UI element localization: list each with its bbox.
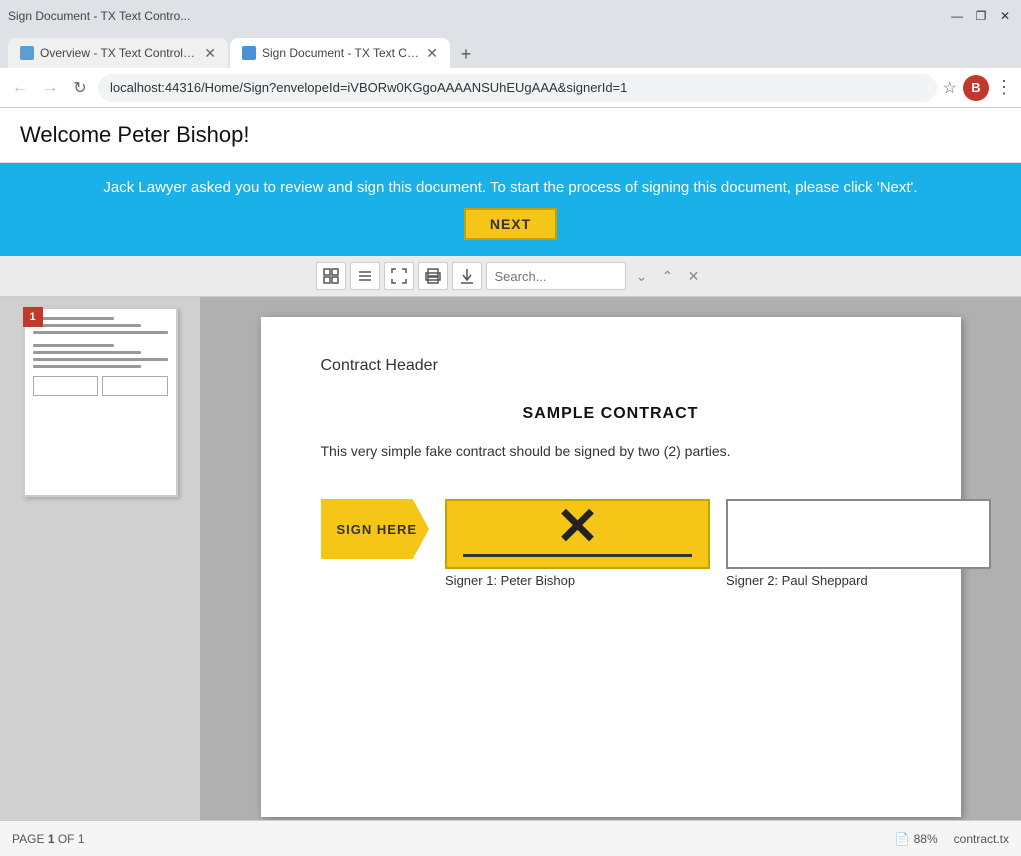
thumb-sign-box-1 — [33, 376, 99, 396]
sign-section: SIGN HERE ✕ Signer 1: Peter Bishop — [321, 499, 901, 588]
back-button[interactable]: ← — [8, 76, 32, 100]
zoom-level: 88% — [914, 832, 938, 846]
contract-header: Contract Header — [321, 357, 901, 375]
page-info: PAGE 1 OF 1 — [12, 832, 85, 846]
download-icon — [459, 268, 475, 284]
tab-icon-overview — [20, 46, 34, 60]
download-button[interactable] — [452, 262, 482, 290]
thumb-line-1 — [33, 317, 114, 320]
next-button[interactable]: NEXT — [464, 208, 557, 240]
list-view-button[interactable] — [350, 262, 380, 290]
filename: contract.tx — [954, 832, 1009, 846]
tab-title-sign: Sign Document - TX Text Contro... — [262, 46, 420, 60]
minimize-button[interactable]: — — [949, 8, 965, 24]
close-button[interactable]: ✕ — [997, 8, 1013, 24]
page-current: 1 — [48, 832, 55, 846]
profile-button[interactable]: B — [963, 75, 989, 101]
page-total: 1 — [78, 832, 85, 846]
thumb-content — [25, 309, 176, 404]
status-bar: PAGE 1 OF 1 📄 88% contract.tx — [0, 820, 1021, 856]
tab-close-overview[interactable]: ✕ — [204, 45, 216, 62]
window-title: Sign Document - TX Text Contro... — [8, 9, 190, 23]
sign-boxes-container: ✕ Signer 1: Peter Bishop Signer 2: Paul … — [445, 499, 991, 588]
page-label: PAGE — [12, 832, 44, 846]
search-prev-button[interactable]: ⌄ — [630, 262, 654, 290]
restore-button[interactable]: ❐ — [973, 8, 989, 24]
search-next-button[interactable]: ⌃ — [656, 262, 680, 290]
toolbar: ⌄ ⌃ ✕ — [0, 256, 1021, 297]
sign-here-arrow[interactable]: SIGN HERE — [321, 499, 430, 559]
main-area: 1 Contract Header SAMPLE CONTRACT This v… — [0, 297, 1021, 820]
page-number-badge: 1 — [23, 307, 43, 327]
signer2-container: Signer 2: Paul Sheppard — [726, 499, 991, 588]
thumb-boxes — [33, 376, 168, 396]
zoom-info: 📄 88% — [895, 832, 938, 846]
browser-chrome: Sign Document - TX Text Contro... — ❐ ✕ … — [0, 0, 1021, 108]
refresh-button[interactable]: ↻ — [68, 76, 92, 100]
search-input[interactable] — [486, 262, 626, 290]
page-of-label: OF — [58, 832, 75, 846]
tab-overview[interactable]: Overview - TX Text Control Samp ✕ — [8, 38, 228, 68]
tab-icon-sign — [242, 46, 256, 60]
bookmark-icon[interactable]: ☆ — [943, 78, 957, 98]
document-page: Contract Header SAMPLE CONTRACT This ver… — [261, 317, 961, 817]
sign-box-1[interactable]: ✕ — [445, 499, 710, 569]
print-button[interactable] — [418, 262, 448, 290]
search-close-button[interactable]: ✕ — [682, 262, 706, 290]
thumb-line-2 — [33, 324, 141, 327]
signer2-label: Signer 2: Paul Sheppard — [726, 573, 991, 588]
fullscreen-button[interactable] — [384, 262, 414, 290]
fullscreen-icon — [391, 268, 407, 284]
sidebar: 1 — [0, 297, 200, 820]
address-bar: ← → ↻ ☆ B ⋮ — [0, 68, 1021, 108]
thumb-line-7 — [33, 365, 141, 368]
sign-box-2[interactable] — [726, 499, 991, 569]
document-viewer[interactable]: Contract Header SAMPLE CONTRACT This ver… — [200, 297, 1021, 820]
layout-icon — [323, 268, 339, 284]
sign-underline — [463, 554, 692, 557]
thumb-sign-box-2 — [102, 376, 168, 396]
new-tab-button[interactable]: + — [452, 40, 480, 68]
forward-button[interactable]: → — [38, 76, 62, 100]
thumb-line-4 — [33, 344, 114, 347]
thumb-line-3 — [33, 331, 168, 334]
menu-button[interactable]: ⋮ — [995, 77, 1013, 98]
app-header: Welcome Peter Bishop! — [0, 108, 1021, 163]
search-nav: ⌄ ⌃ ✕ — [630, 262, 706, 290]
tabs-bar: Overview - TX Text Control Samp ✕ Sign D… — [0, 32, 1021, 68]
tab-sign[interactable]: Sign Document - TX Text Contro... ✕ — [230, 38, 450, 68]
app-title: Welcome Peter Bishop! — [20, 122, 1001, 148]
list-icon — [357, 268, 373, 284]
contract-body: This very simple fake contract should be… — [321, 443, 901, 459]
tab-close-sign[interactable]: ✕ — [426, 45, 438, 62]
address-input[interactable] — [98, 74, 937, 102]
banner-text: Jack Lawyer asked you to review and sign… — [20, 179, 1001, 196]
file-icon: 📄 — [895, 832, 910, 846]
signer1-container: ✕ Signer 1: Peter Bishop — [445, 499, 710, 588]
page-thumbnail[interactable]: 1 — [23, 307, 178, 497]
layout-view-button[interactable] — [316, 262, 346, 290]
banner: Jack Lawyer asked you to review and sign… — [0, 163, 1021, 256]
thumb-line-5 — [33, 351, 141, 354]
window-controls: — ❐ ✕ — [949, 8, 1013, 24]
contract-title: SAMPLE CONTRACT — [321, 405, 901, 423]
thumb-line-6 — [33, 358, 168, 361]
sign-x-icon: ✕ — [556, 502, 600, 554]
status-right: 📄 88% contract.tx — [895, 832, 1009, 846]
tab-title-overview: Overview - TX Text Control Samp — [40, 46, 198, 60]
signer1-label: Signer 1: Peter Bishop — [445, 573, 710, 588]
print-icon — [425, 268, 441, 284]
title-bar: Sign Document - TX Text Contro... — ❐ ✕ — [0, 0, 1021, 32]
